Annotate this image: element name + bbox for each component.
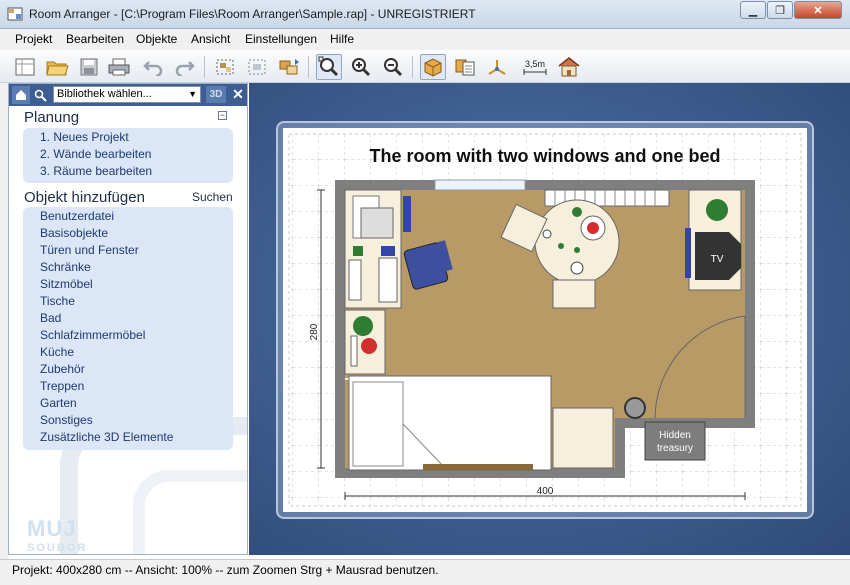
planning-item-edit-rooms[interactable]: 3. Räume bearbeiten — [40, 164, 152, 178]
save-icon[interactable] — [76, 54, 102, 80]
sidebar-header: Bibliothek wählen... ▼ 3D ✕ — [9, 84, 247, 106]
menu-ansicht[interactable]: Ansicht — [191, 32, 230, 46]
redo-icon[interactable] — [172, 54, 198, 80]
category-garten[interactable]: Garten — [40, 396, 77, 410]
plan-title: The room with two windows and one bed — [370, 146, 721, 166]
chest[interactable] — [552, 407, 614, 469]
zoom-fit-icon[interactable] — [316, 54, 342, 80]
select-all-icon[interactable] — [212, 54, 238, 80]
shelf-plant[interactable] — [344, 309, 386, 375]
window-title: Room Arranger - [C:\Program Files\Room A… — [29, 7, 476, 21]
category-basisobjekte[interactable]: Basisobjekte — [40, 226, 108, 240]
close-button[interactable]: ✕ — [794, 1, 842, 19]
planning-item-edit-walls[interactable]: 2. Wände bearbeiten — [40, 147, 151, 161]
category-bad[interactable]: Bad — [40, 311, 61, 325]
select-area-icon[interactable] — [244, 54, 270, 80]
tv-cabinet[interactable]: TV — [685, 189, 742, 291]
collapse-planning-button[interactable]: − — [218, 111, 227, 120]
planning-item-new-project[interactable]: 1. Neues Projekt — [40, 130, 129, 144]
home-icon[interactable] — [12, 86, 30, 104]
category-schlafzimmer[interactable]: Schlafzimmermöbel — [40, 328, 145, 342]
dimension-width-label: 400 — [537, 486, 554, 497]
view-3d-button[interactable]: 3D — [206, 86, 226, 103]
bed[interactable] — [348, 375, 552, 471]
title-bar: Room Arranger - [C:\Program Files\Room A… — [0, 0, 850, 29]
print-icon[interactable] — [106, 54, 132, 80]
new-project-icon[interactable] — [12, 54, 38, 80]
round-table[interactable] — [534, 199, 620, 285]
menu-hilfe[interactable]: Hilfe — [330, 32, 354, 46]
desk-computer[interactable] — [344, 189, 411, 309]
chevron-down-icon: ▼ — [188, 89, 197, 99]
library-sidebar: Bibliothek wählen... ▼ 3D ✕ Planung − 1.… — [8, 83, 248, 555]
treasury-label-2: treasury — [657, 443, 693, 454]
hidden-treasury[interactable]: Hidden treasury — [644, 421, 706, 461]
planning-title: Planung — [24, 109, 80, 126]
category-sonstiges[interactable]: Sonstiges — [40, 413, 93, 427]
toolbar: 3,5m — [0, 50, 850, 83]
category-treppen[interactable]: Treppen — [40, 379, 84, 393]
category-schraenke[interactable]: Schränke — [40, 260, 91, 274]
menu-projekt[interactable]: Projekt — [15, 32, 52, 46]
category-kueche[interactable]: Küche — [40, 345, 74, 359]
move-objects-icon[interactable] — [276, 54, 302, 80]
search-icon[interactable] — [31, 86, 49, 104]
undo-icon[interactable] — [140, 54, 166, 80]
status-text: Projekt: 400x280 cm -- Ansicht: 100% -- … — [12, 563, 439, 577]
status-bar: Projekt: 400x280 cm -- Ansicht: 100% -- … — [0, 559, 850, 585]
axes-icon[interactable] — [484, 54, 510, 80]
maximize-button[interactable]: ❐ — [767, 1, 793, 19]
zoom-out-icon[interactable] — [380, 54, 406, 80]
menu-einstellungen[interactable]: Einstellungen — [245, 32, 317, 46]
minimize-button[interactable]: ▁ — [740, 1, 766, 19]
window-top[interactable] — [434, 179, 526, 191]
category-tische[interactable]: Tische — [40, 294, 75, 308]
measure-label: 3,5m — [524, 59, 545, 69]
watermark-logo-sub: SOUBOR — [27, 542, 88, 554]
tv-label: TV — [711, 254, 724, 265]
category-sitzmoebel[interactable]: Sitzmöbel — [40, 277, 93, 291]
menu-bar: Projekt Bearbeiten Objekte Ansicht Einst… — [0, 29, 850, 50]
category-benutzerdatei[interactable]: Benutzerdatei — [40, 209, 114, 223]
category-zubehoer[interactable]: Zubehör — [40, 362, 85, 376]
sidebar-close-button[interactable]: ✕ — [229, 85, 247, 103]
menu-objekte[interactable]: Objekte — [136, 32, 177, 46]
add-object-title: Objekt hinzufügen — [24, 189, 145, 206]
library-select-value: Bibliothek wählen... — [57, 88, 152, 100]
open-folder-icon[interactable] — [44, 54, 70, 80]
library-select[interactable]: Bibliothek wählen... ▼ — [53, 86, 201, 103]
category-3d-elemente[interactable]: Zusätzliche 3D Elemente — [40, 430, 173, 444]
table-chair-bottom[interactable] — [552, 279, 596, 309]
search-link[interactable]: Suchen — [192, 190, 233, 204]
category-tueren-fenster[interactable]: Türen und Fenster — [40, 243, 139, 257]
treasury-label-1: Hidden — [659, 430, 691, 441]
measure-icon[interactable]: 3,5m — [520, 54, 550, 80]
copy-objects-icon[interactable] — [452, 54, 478, 80]
dimension-height-label: 280 — [309, 323, 320, 340]
trash-bin[interactable] — [624, 397, 646, 419]
box-3d-icon[interactable] — [420, 54, 446, 80]
app-icon — [7, 7, 23, 21]
zoom-in-icon[interactable] — [348, 54, 374, 80]
house-3d-icon[interactable] — [556, 54, 582, 80]
watermark-logo: MUJ — [27, 516, 77, 541]
floor-plan-paper[interactable]: TV Hidden treasury 280 400 The room with… — [283, 128, 807, 512]
menu-bearbeiten[interactable]: Bearbeiten — [66, 32, 124, 46]
